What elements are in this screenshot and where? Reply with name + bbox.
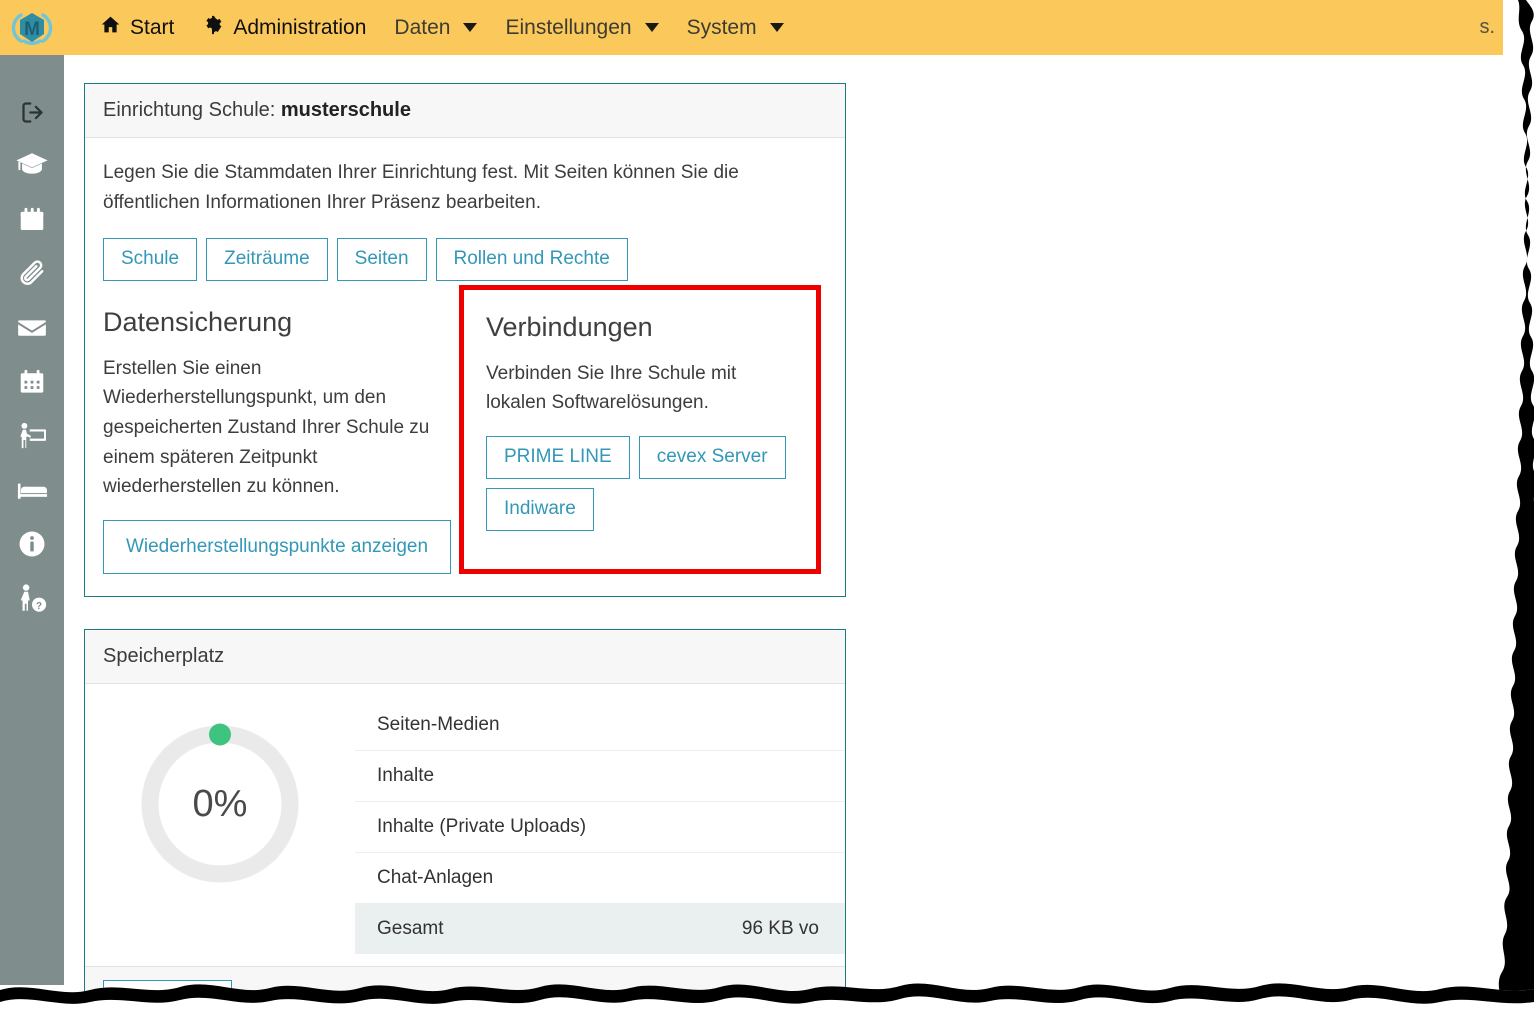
storage-row: Inhalte (Private Uploads) (355, 802, 845, 854)
storage-total-label: Gesamt (377, 918, 444, 940)
connections-heading: Verbindungen (486, 311, 653, 342)
storage-row-label: Inhalte (Private Uploads) (377, 816, 587, 838)
home-icon (100, 14, 121, 41)
nav-item-administration-label: Administration (233, 15, 367, 39)
paperclip-icon[interactable] (0, 247, 64, 301)
svg-text:?: ? (36, 601, 42, 612)
card-title-prefix: Einrichtung Schule: (103, 99, 281, 121)
app-window: M Start Administration Daten Einstellung… (0, 0, 1534, 1015)
nav-item-daten-label: Daten (394, 15, 451, 39)
backup-description: Erstellen Sie einen Wiederherstellungspu… (103, 357, 430, 498)
storage-total-row: Gesamt 96 KB vo (355, 904, 845, 955)
left-sidebar: ? (0, 55, 64, 985)
main-content: Einrichtung Schule: musterschule Legen S… (64, 55, 1534, 1015)
school-name: musterschule (280, 99, 411, 121)
chevron-down-icon (769, 23, 784, 32)
schule-button[interactable]: Schule (103, 238, 198, 281)
teacher-board-icon[interactable] (0, 409, 64, 463)
storage-row-list: Seiten-Medien Inhalte Inhalte (Private U… (355, 700, 845, 955)
backup-connections-split: Datensicherung Erstellen Sie einen Wiede… (103, 284, 827, 575)
chevron-down-icon (463, 23, 478, 32)
gear-icon (202, 14, 224, 42)
nav-item-einstellungen-label: Einstellungen (505, 15, 632, 39)
storage-row-label: Chat-Anlagen (377, 867, 494, 889)
top-navbar: M Start Administration Daten Einstellung… (0, 0, 1503, 55)
school-setup-card-body: Legen Sie die Stammdaten Ihrer Einrichtu… (85, 138, 845, 596)
graduation-cap-icon[interactable] (0, 139, 64, 193)
nav-item-system[interactable]: System (673, 0, 798, 55)
envelope-icon[interactable] (0, 301, 64, 355)
storage-card-footer: Aufräumen (85, 966, 845, 1015)
storage-donut-wrap: 0% (85, 700, 355, 892)
prime-line-button[interactable]: PRIME LINE (486, 436, 630, 479)
cevex-server-button[interactable]: cevex Server (638, 436, 786, 479)
nav-items: Start Administration Daten Einstellungen (86, 0, 1503, 55)
app-logo-icon[interactable]: M (0, 0, 64, 55)
connections-description: Verbinden Sie Ihre Schule mit lokalen So… (486, 362, 737, 414)
calendar-icon[interactable] (0, 355, 64, 409)
rollen-und-rechte-button[interactable]: Rollen und Rechte (435, 238, 628, 281)
school-setup-button-row: Schule Zeiträume Seiten Rollen und Recht… (103, 238, 827, 281)
connections-section: Verbindungen Verbinden Sie Ihre Schule m… (459, 284, 821, 575)
nav-item-system-label: System (686, 15, 757, 39)
show-restore-points-button[interactable]: Wiederherstellungspunkte anzeigen (103, 519, 451, 575)
nav-item-einstellungen[interactable]: Einstellungen (491, 0, 672, 55)
nav-item-administration[interactable]: Administration (188, 0, 380, 55)
storage-row: Chat-Anlagen (355, 853, 845, 905)
school-setup-description: Legen Sie die Stammdaten Ihrer Einrichtu… (103, 162, 739, 214)
svg-text:M: M (24, 19, 40, 40)
bed-icon[interactable] (0, 463, 64, 517)
storage-donut-chart: 0% (132, 716, 308, 892)
backup-section: Datensicherung Erstellen Sie einen Wiede… (103, 307, 465, 575)
logout-icon[interactable] (0, 85, 64, 139)
indiware-button[interactable]: Indiware (486, 487, 594, 531)
storage-row: Seiten-Medien (355, 700, 845, 752)
zeitraeume-button[interactable]: Zeiträume (206, 238, 328, 281)
person-help-icon[interactable]: ? (0, 571, 64, 625)
connections-button-row: PRIME LINE cevex Server Indiware (486, 436, 794, 531)
storage-percent-label: 0% (192, 782, 248, 825)
school-setup-card-header: Einrichtung Schule: musterschule (85, 84, 845, 138)
cleanup-button[interactable]: Aufräumen (103, 980, 232, 1015)
nav-item-daten[interactable]: Daten (380, 0, 491, 55)
chevron-down-icon (644, 23, 659, 32)
planner-icon[interactable] (0, 193, 64, 247)
storage-card: Speicherplatz 0% Seiten-Medien Inhalte I… (84, 629, 846, 1015)
seiten-button[interactable]: Seiten (336, 238, 427, 281)
backup-heading: Datensicherung (103, 306, 293, 337)
user-menu-label[interactable]: s. (1479, 16, 1503, 39)
storage-row-label: Seiten-Medien (377, 714, 500, 736)
storage-row: Inhalte (355, 751, 845, 803)
storage-card-header: Speicherplatz (85, 630, 845, 685)
storage-total-value: 96 KB vo (741, 918, 819, 940)
nav-item-start[interactable]: Start (86, 0, 188, 55)
nav-item-start-label: Start (130, 15, 175, 39)
storage-card-body: 0% Seiten-Medien Inhalte Inhalte (Privat… (85, 684, 845, 966)
info-icon[interactable] (0, 517, 64, 571)
storage-row-label: Inhalte (377, 765, 435, 787)
school-setup-card: Einrichtung Schule: musterschule Legen S… (84, 83, 846, 598)
